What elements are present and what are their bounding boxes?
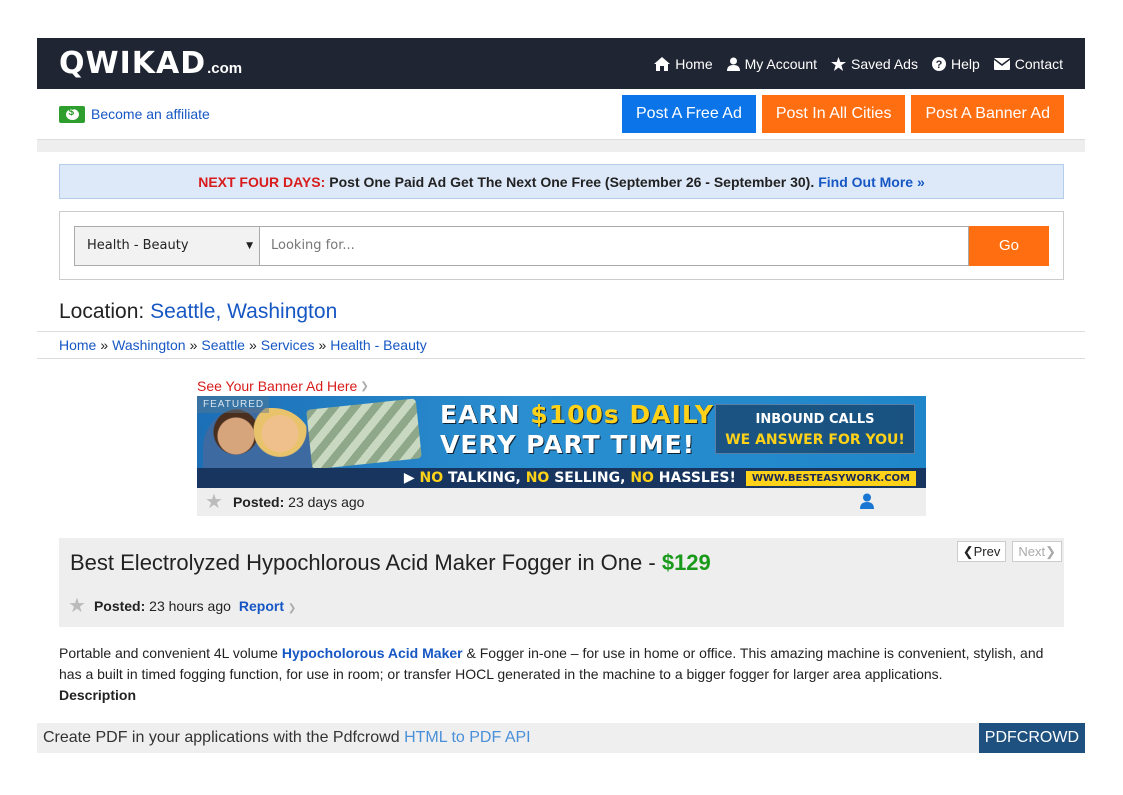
breadcrumb-home[interactable]: Home — [59, 337, 96, 353]
home-icon — [654, 56, 671, 71]
affiliate-link[interactable]: Become an affiliate — [59, 105, 210, 123]
ad-headline-1: EARN $100s DAILY — [440, 400, 715, 429]
promo-lead: NEXT FOUR DAYS: — [198, 173, 326, 190]
post-all-cities-button[interactable]: Post In All Cities — [761, 95, 906, 133]
nav-home-label: Home — [675, 55, 713, 72]
ad-tagline: ▶ NO TALKING, NO SELLING, NO HASSLES! — [403, 470, 736, 486]
logo-text: QWIKAD — [59, 46, 207, 81]
chevron-down-icon: ❯ — [287, 603, 297, 614]
nav-help[interactable]: ? Help — [931, 55, 980, 72]
nav-my-account-label: My Account — [744, 55, 818, 72]
user-icon — [726, 57, 740, 71]
ad-cash-image — [306, 398, 422, 470]
save-star-icon[interactable]: ★ — [205, 492, 223, 512]
ad-inbound-box: INBOUND CALLS WE ANSWER FOR YOU! — [715, 404, 915, 454]
listing-posted: Posted: 23 hours ago — [93, 598, 231, 614]
category-select[interactable]: Health - Beauty ▼ — [74, 225, 260, 266]
breadcrumb-health-beauty[interactable]: Health - Beauty — [330, 337, 427, 353]
pdfcrowd-footer: Create PDF in your applications with the… — [37, 723, 1085, 753]
logo-suffix: .com — [207, 60, 243, 77]
chevron-down-icon: ❯ — [360, 380, 369, 392]
featured-label: FEATURED — [197, 396, 269, 413]
affiliate-label: Become an affiliate — [91, 106, 210, 122]
chevron-right-icon: ❯ — [1045, 543, 1056, 559]
breadcrumb-washington[interactable]: Washington — [112, 337, 185, 353]
post-buttons: Post A Free Ad Post In All Cities Post A… — [622, 95, 1064, 133]
banner-ad: See Your Banner Ad Here ❯ FEATURED EARN … — [197, 376, 926, 516]
nav-help-label: Help — [950, 55, 980, 72]
go-button[interactable]: Go — [969, 225, 1049, 266]
ad-box-line-1: INBOUND CALLS — [755, 412, 875, 427]
next-button[interactable]: Next ❯ — [1012, 541, 1062, 562]
save-listing-star-icon[interactable]: ★ — [68, 596, 86, 616]
html-to-pdf-link[interactable]: HTML to PDF API — [404, 729, 531, 746]
divider-strip — [37, 140, 1085, 152]
listing-pager: ❮ Prev Next ❯ — [956, 541, 1062, 562]
sub-header: Become an affiliate Post A Free Ad Post … — [37, 89, 1085, 140]
nav-contact-label: Contact — [1014, 55, 1063, 72]
listing-price: $129 — [661, 550, 711, 575]
chevron-left-icon: ❮ — [962, 543, 974, 559]
ad-headline-2: VERY PART TIME! — [440, 430, 696, 459]
star-icon — [831, 56, 847, 71]
nav-home[interactable]: Home — [654, 55, 713, 72]
see-banner-ad-label: See Your Banner Ad Here — [197, 378, 358, 394]
location-city-link[interactable]: Seattle, Washington — [150, 300, 337, 323]
breadcrumb-seattle[interactable]: Seattle — [201, 337, 245, 353]
page: QWIKAD .com Home My Account Saved Ads ? … — [37, 38, 1085, 753]
location-label: Location: — [59, 300, 145, 323]
breadcrumb-services[interactable]: Services — [261, 337, 315, 353]
listing-title: Best Electrolyzed Hypochlorous Acid Make… — [70, 550, 711, 575]
ad-bottom-strip: ▶ NO TALKING, NO SELLING, NO HASSLES! WW… — [197, 468, 926, 488]
nav-saved-ads-label: Saved Ads — [851, 55, 918, 72]
post-banner-ad-button[interactable]: Post A Banner Ad — [911, 95, 1064, 133]
ad-url: WWW.BESTEASYWORK.COM — [745, 470, 916, 486]
listing-header: Best Electrolyzed Hypochlorous Acid Make… — [59, 538, 1064, 627]
poster-user-icon[interactable] — [860, 493, 874, 512]
ad-box-line-2: WE ANSWER FOR YOU! — [725, 432, 905, 448]
banner-ad-image[interactable]: FEATURED EARN $100s DAILY VERY PART TIME… — [197, 396, 926, 488]
post-free-ad-button[interactable]: Post A Free Ad — [622, 95, 756, 133]
top-navbar: QWIKAD .com Home My Account Saved Ads ? … — [37, 38, 1085, 89]
caret-down-icon: ▼ — [246, 240, 253, 251]
envelope-icon — [993, 57, 1010, 70]
svg-text:?: ? — [936, 59, 943, 71]
promo-text: Post One Paid Ad Get The Next One Free (… — [329, 173, 815, 190]
main-nav: Home My Account Saved Ads ? Help Contact — [654, 56, 1063, 72]
listing-meta: ★ Posted: 23 hours ago Report ❯ — [68, 596, 296, 616]
pdf-footer-text: Create PDF in your applications with the… — [43, 729, 531, 746]
banner-ad-meta: ★ Posted: 23 days ago — [197, 488, 926, 516]
promo-find-out-more-link[interactable]: Find Out More » — [818, 174, 925, 190]
site-logo[interactable]: QWIKAD .com — [59, 46, 242, 81]
search-input[interactable]: Looking for... — [260, 225, 969, 266]
description-heading: Description — [59, 687, 137, 703]
category-select-value: Health - Beauty — [87, 238, 189, 253]
search-bar: Health - Beauty ▼ Looking for... Go — [59, 211, 1064, 280]
nav-saved-ads[interactable]: Saved Ads — [831, 56, 918, 72]
money-icon — [59, 105, 85, 123]
pdfcrowd-button[interactable]: PDFCROWD — [978, 723, 1085, 753]
breadcrumb: Home» Washington» Seattle» Services» Hea… — [37, 331, 1085, 359]
nav-my-account[interactable]: My Account — [726, 55, 818, 72]
keyword-link[interactable]: Hypocholorous Acid Maker — [282, 645, 463, 661]
ad-posted: Posted: 23 days ago — [232, 494, 365, 510]
listing-description: Portable and convenient 4L volume Hypoch… — [59, 643, 1064, 706]
promo-banner: NEXT FOUR DAYS: Post One Paid Ad Get The… — [59, 164, 1064, 199]
see-banner-ad-link[interactable]: See Your Banner Ad Here ❯ — [197, 376, 926, 396]
prev-button[interactable]: ❮ Prev — [956, 541, 1007, 562]
help-icon: ? — [931, 56, 946, 71]
location-heading: Location: Seattle, Washington — [59, 300, 1085, 324]
report-link[interactable]: Report ❯ — [239, 598, 296, 614]
nav-contact[interactable]: Contact — [993, 55, 1063, 72]
